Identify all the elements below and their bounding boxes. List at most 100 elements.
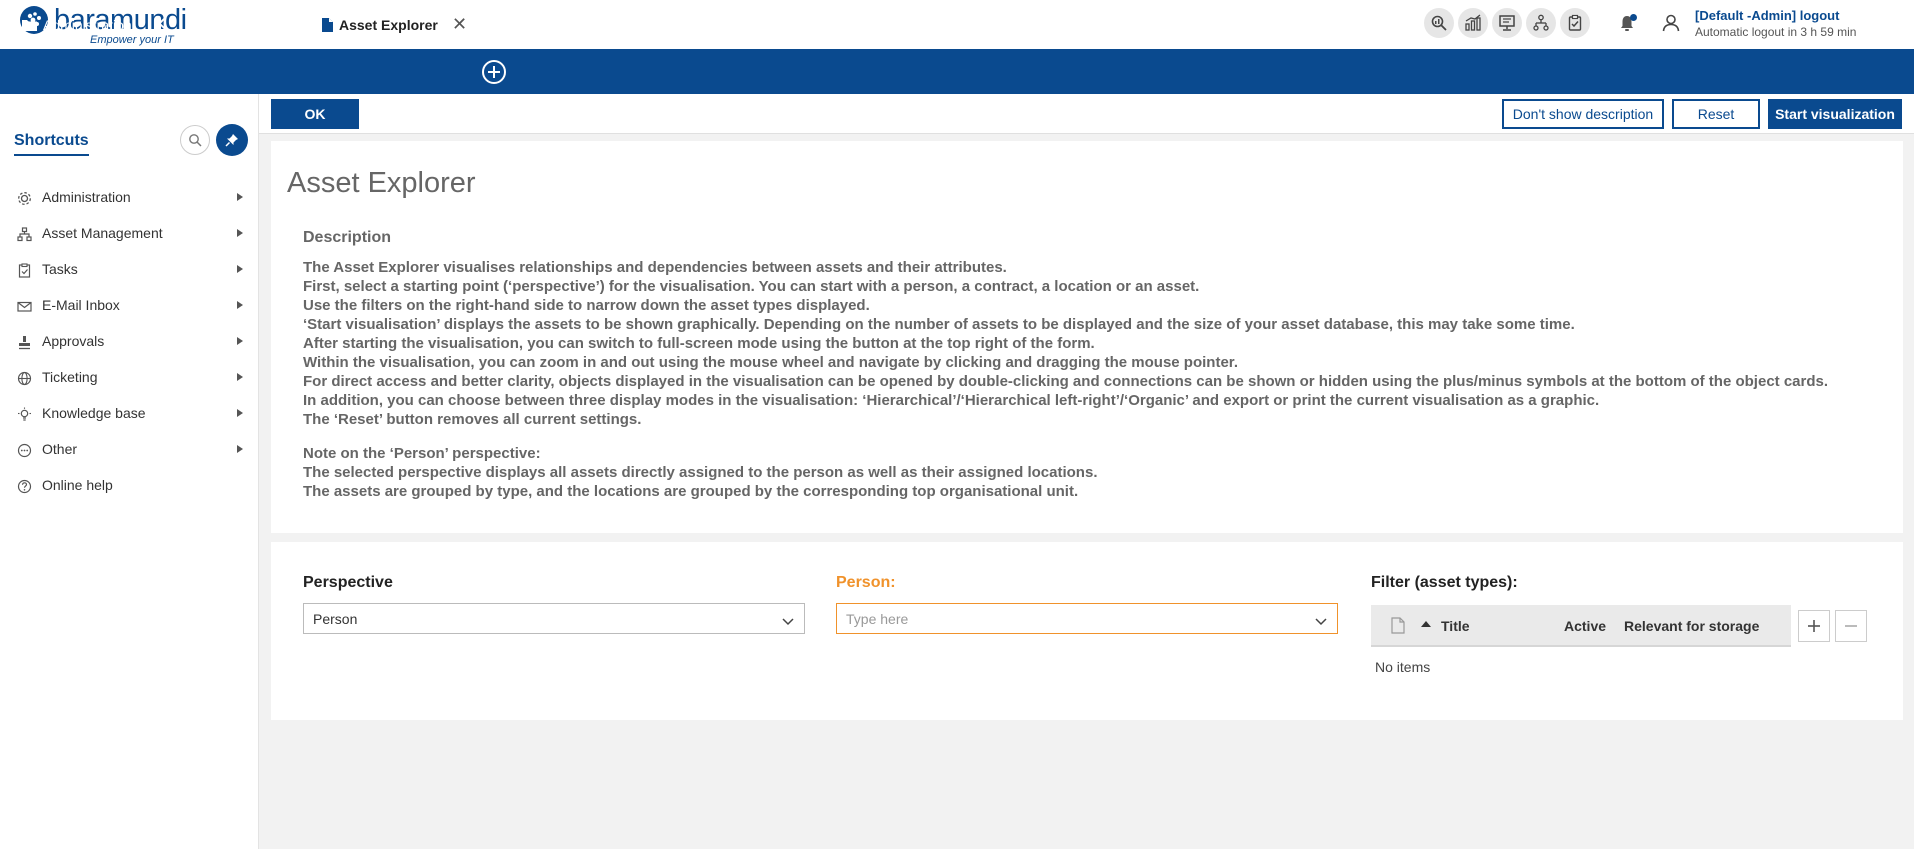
chevron-right-icon xyxy=(237,265,243,273)
close-icon[interactable]: ✕ xyxy=(452,14,467,35)
globe-icon xyxy=(16,370,32,386)
chevron-right-icon xyxy=(237,301,243,309)
chevron-right-icon xyxy=(237,193,243,201)
description-line: In addition, you can choose between thre… xyxy=(303,392,1600,409)
person-label: Person: xyxy=(836,574,896,591)
hierarchy-icon xyxy=(16,226,32,242)
notifications-button[interactable] xyxy=(1612,8,1642,38)
ok-button[interactable]: OK xyxy=(271,99,359,129)
description-panel: Asset Explorer Description The Asset Exp… xyxy=(271,141,1903,533)
perspective-select[interactable]: Person xyxy=(303,603,805,634)
sidebar-item-label: Administration xyxy=(42,189,131,205)
search-button[interactable] xyxy=(180,125,210,155)
sidebar-item-label: Tasks xyxy=(42,261,78,277)
description-line: After starting the visualisation, you ca… xyxy=(303,335,1095,352)
clipboard-check-icon[interactable] xyxy=(1560,8,1590,38)
perspective-label: Perspective xyxy=(303,574,393,591)
description-heading: Description xyxy=(303,229,392,246)
sidebar-item-label: Online help xyxy=(42,477,113,493)
filter-form-panel: Perspective Person Person: Type here Fil… xyxy=(271,542,1903,720)
description-line: For direct access and better clarity, ob… xyxy=(303,373,1829,390)
org-tree-icon[interactable] xyxy=(1526,8,1556,38)
chevron-right-icon xyxy=(237,337,243,345)
sidebar-item-label: Asset Management xyxy=(42,225,163,241)
tab-tickets[interactable]: Tickets ✕ xyxy=(178,5,306,45)
form-toolbar: OK Don't show description Reset Start vi… xyxy=(259,94,1914,134)
sidebar-item-asset-management[interactable]: Asset Management xyxy=(0,215,258,251)
add-asset-type-button[interactable] xyxy=(1798,610,1830,642)
note-line: The selected perspective displays all as… xyxy=(303,464,1098,481)
perspective-value: Person xyxy=(313,610,358,627)
sidebar-item-label: E-Mail Inbox xyxy=(42,297,120,313)
gear-icon xyxy=(16,190,32,206)
chevron-right-icon xyxy=(237,373,243,381)
sidebar-item-tasks[interactable]: Tasks xyxy=(0,251,258,287)
asset-types-grid-header: Title Active Relevant for storage xyxy=(1371,605,1791,647)
tab-bar xyxy=(0,49,1914,94)
chevron-right-icon xyxy=(237,229,243,237)
close-icon[interactable]: ✕ xyxy=(152,14,167,35)
description-line: Within the visualisation, you can zoom i… xyxy=(303,354,1238,371)
sidebar-item-approvals[interactable]: Approvals xyxy=(0,323,258,359)
pin-button[interactable] xyxy=(216,124,248,156)
chevron-down-icon xyxy=(1315,613,1327,629)
folder-icon xyxy=(194,19,209,31)
sidebar-item-other[interactable]: Other xyxy=(0,431,258,467)
sort-ascending-icon[interactable] xyxy=(1421,621,1431,627)
presentation-icon[interactable] xyxy=(1492,8,1522,38)
close-icon[interactable]: ✕ xyxy=(278,14,293,35)
sidebar-item-ticketing[interactable]: Ticketing xyxy=(0,359,258,395)
sidebar-item-knowledge-base[interactable]: Knowledge base xyxy=(0,395,258,431)
search-chart-icon[interactable] xyxy=(1424,8,1454,38)
user-icon[interactable] xyxy=(1656,8,1686,38)
clipboard-icon xyxy=(16,262,32,278)
help-icon xyxy=(16,478,32,494)
description-note: Note on the ‘Person’ perspective: The se… xyxy=(303,444,1097,501)
minus-icon xyxy=(1845,625,1857,627)
description-line: Use the filters on the right-hand side t… xyxy=(303,297,870,314)
bar-chart-icon[interactable] xyxy=(1458,8,1488,38)
note-line: The assets are grouped by type, and the … xyxy=(303,483,1079,500)
sidebar-item-label: Other xyxy=(42,441,78,457)
column-header-relevant-for-storage[interactable]: Relevant for storage xyxy=(1624,618,1759,634)
tab-label: Administration xyxy=(43,17,132,33)
reset-button[interactable]: Reset xyxy=(1672,99,1760,129)
sidebar-item-administration[interactable]: Administration xyxy=(0,179,258,215)
document-icon xyxy=(1391,617,1405,637)
note-line: Note on the ‘Person’ perspective: xyxy=(303,445,541,462)
chevron-right-icon xyxy=(237,445,243,453)
shortcuts-sidebar: Shortcuts Administration Asset Managemen… xyxy=(0,94,259,849)
tab-administration[interactable]: Administration ✕ xyxy=(0,5,178,45)
sidebar-item-online-help[interactable]: Online help xyxy=(0,467,258,503)
add-tab-button[interactable] xyxy=(482,60,506,84)
start-visualization-button[interactable]: Start visualization xyxy=(1768,99,1902,129)
logout-timer: Automatic logout in 3 h 59 min xyxy=(1695,25,1857,39)
logout-link[interactable]: [Default -Admin] logout xyxy=(1695,8,1856,24)
chevron-right-icon xyxy=(237,409,243,417)
folder-icon xyxy=(22,19,37,31)
description-text: The Asset Explorer visualises relationsh… xyxy=(303,258,1828,429)
plus-icon xyxy=(488,66,500,78)
more-icon xyxy=(16,442,32,458)
description-line: First, select a starting point (‘perspec… xyxy=(303,278,1200,295)
notification-dot xyxy=(1630,14,1637,21)
tab-asset-explorer[interactable]: Asset Explorer ✕ xyxy=(306,5,474,45)
column-header-active[interactable]: Active xyxy=(1564,618,1606,634)
person-input[interactable]: Type here xyxy=(846,611,908,627)
shortcuts-title[interactable]: Shortcuts xyxy=(14,132,89,156)
person-combobox[interactable]: Type here xyxy=(836,603,1338,634)
sidebar-item-email-inbox[interactable]: E-Mail Inbox xyxy=(0,287,258,323)
mail-icon xyxy=(16,298,32,314)
document-icon xyxy=(322,18,333,32)
search-icon xyxy=(189,134,202,147)
description-line: The ‘Reset’ button removes all current s… xyxy=(303,411,642,428)
page-title: Asset Explorer xyxy=(287,167,476,199)
column-header-title[interactable]: Title xyxy=(1441,618,1470,634)
dont-show-description-button[interactable]: Don't show description xyxy=(1502,99,1664,129)
description-line: The Asset Explorer visualises relationsh… xyxy=(303,259,1007,276)
plus-icon xyxy=(1808,620,1820,632)
description-line: ‘Start visualisation’ displays the asset… xyxy=(303,316,1575,333)
sidebar-item-label: Ticketing xyxy=(42,369,98,385)
chevron-down-icon xyxy=(782,613,794,629)
remove-asset-type-button[interactable] xyxy=(1835,610,1867,642)
